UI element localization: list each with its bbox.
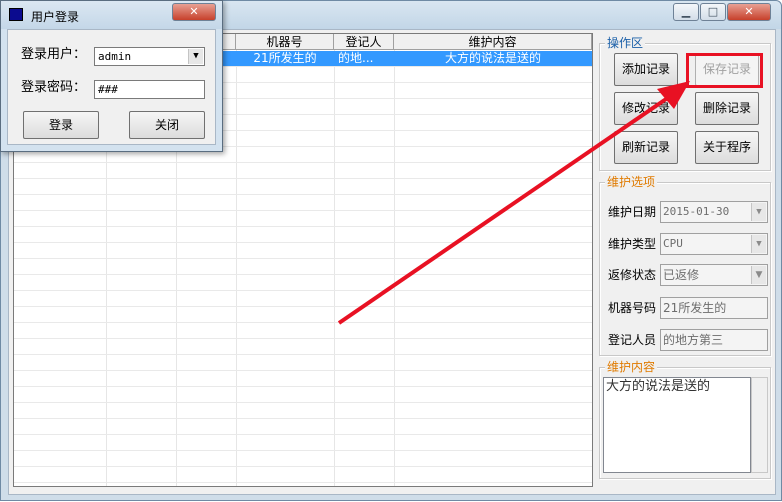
login-button[interactable]: 登录 <box>23 111 99 139</box>
close-icon: ✕ <box>189 5 199 18</box>
login-title: 用户登录 <box>31 10 80 24</box>
chevron-down-icon[interactable]: ▼ <box>188 49 203 64</box>
login-dialog: 用户登录 ✕ 登录用户： admin ▼ 登录密码： ### 登录 关闭 <box>0 0 223 152</box>
login-password-label: 登录密码： <box>21 80 87 95</box>
login-close-button[interactable]: ✕ <box>172 3 216 21</box>
arrow-head <box>657 81 690 109</box>
login-user-select[interactable]: admin ▼ <box>94 47 205 66</box>
app-icon <box>9 8 23 21</box>
login-close-action-button[interactable]: 关闭 <box>129 111 205 139</box>
login-user-label: 登录用户： <box>21 47 87 62</box>
arrow-shaft <box>337 95 671 325</box>
login-password-field[interactable]: ### <box>94 80 205 99</box>
login-user-value: admin <box>98 50 132 63</box>
